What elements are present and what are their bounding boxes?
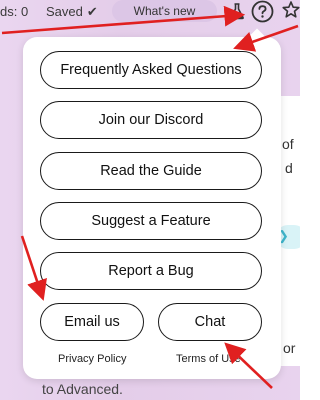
privacy-policy-link[interactable]: Privacy Policy — [58, 353, 126, 365]
help-menu-popup: Frequently Asked Questions Join our Disc… — [23, 28, 281, 379]
suggest-feature-button[interactable]: Suggest a Feature — [40, 202, 262, 240]
background-text-or: or — [283, 340, 296, 356]
partial-count-label: ds: 0 — [0, 4, 29, 19]
chat-button[interactable]: Chat — [158, 303, 262, 341]
report-bug-button[interactable]: Report a Bug — [40, 252, 262, 290]
email-us-button[interactable]: Email us — [40, 303, 144, 341]
saved-label: Saved — [46, 4, 83, 19]
faq-button[interactable]: Frequently Asked Questions — [40, 51, 262, 89]
saved-status: Saved ✔ — [46, 4, 98, 20]
read-guide-button[interactable]: Read the Guide — [40, 152, 262, 190]
flask-icon[interactable] — [228, 2, 246, 20]
whats-new-button[interactable]: What's new — [112, 0, 217, 22]
star-icon[interactable] — [282, 0, 300, 20]
check-icon: ✔ — [86, 4, 98, 19]
background-text-of: of — [282, 136, 294, 152]
terms-of-use-link[interactable]: Terms of Use — [176, 353, 241, 365]
app-page: ds: 0 Saved ✔ What's new of d ❯ or to Adv… — [0, 0, 300, 400]
discord-button[interactable]: Join our Discord — [40, 101, 262, 139]
background-text-d: d — [285, 160, 293, 176]
background-bottom-text: to Advanced. — [42, 381, 123, 397]
help-circle-icon[interactable] — [251, 0, 274, 23]
